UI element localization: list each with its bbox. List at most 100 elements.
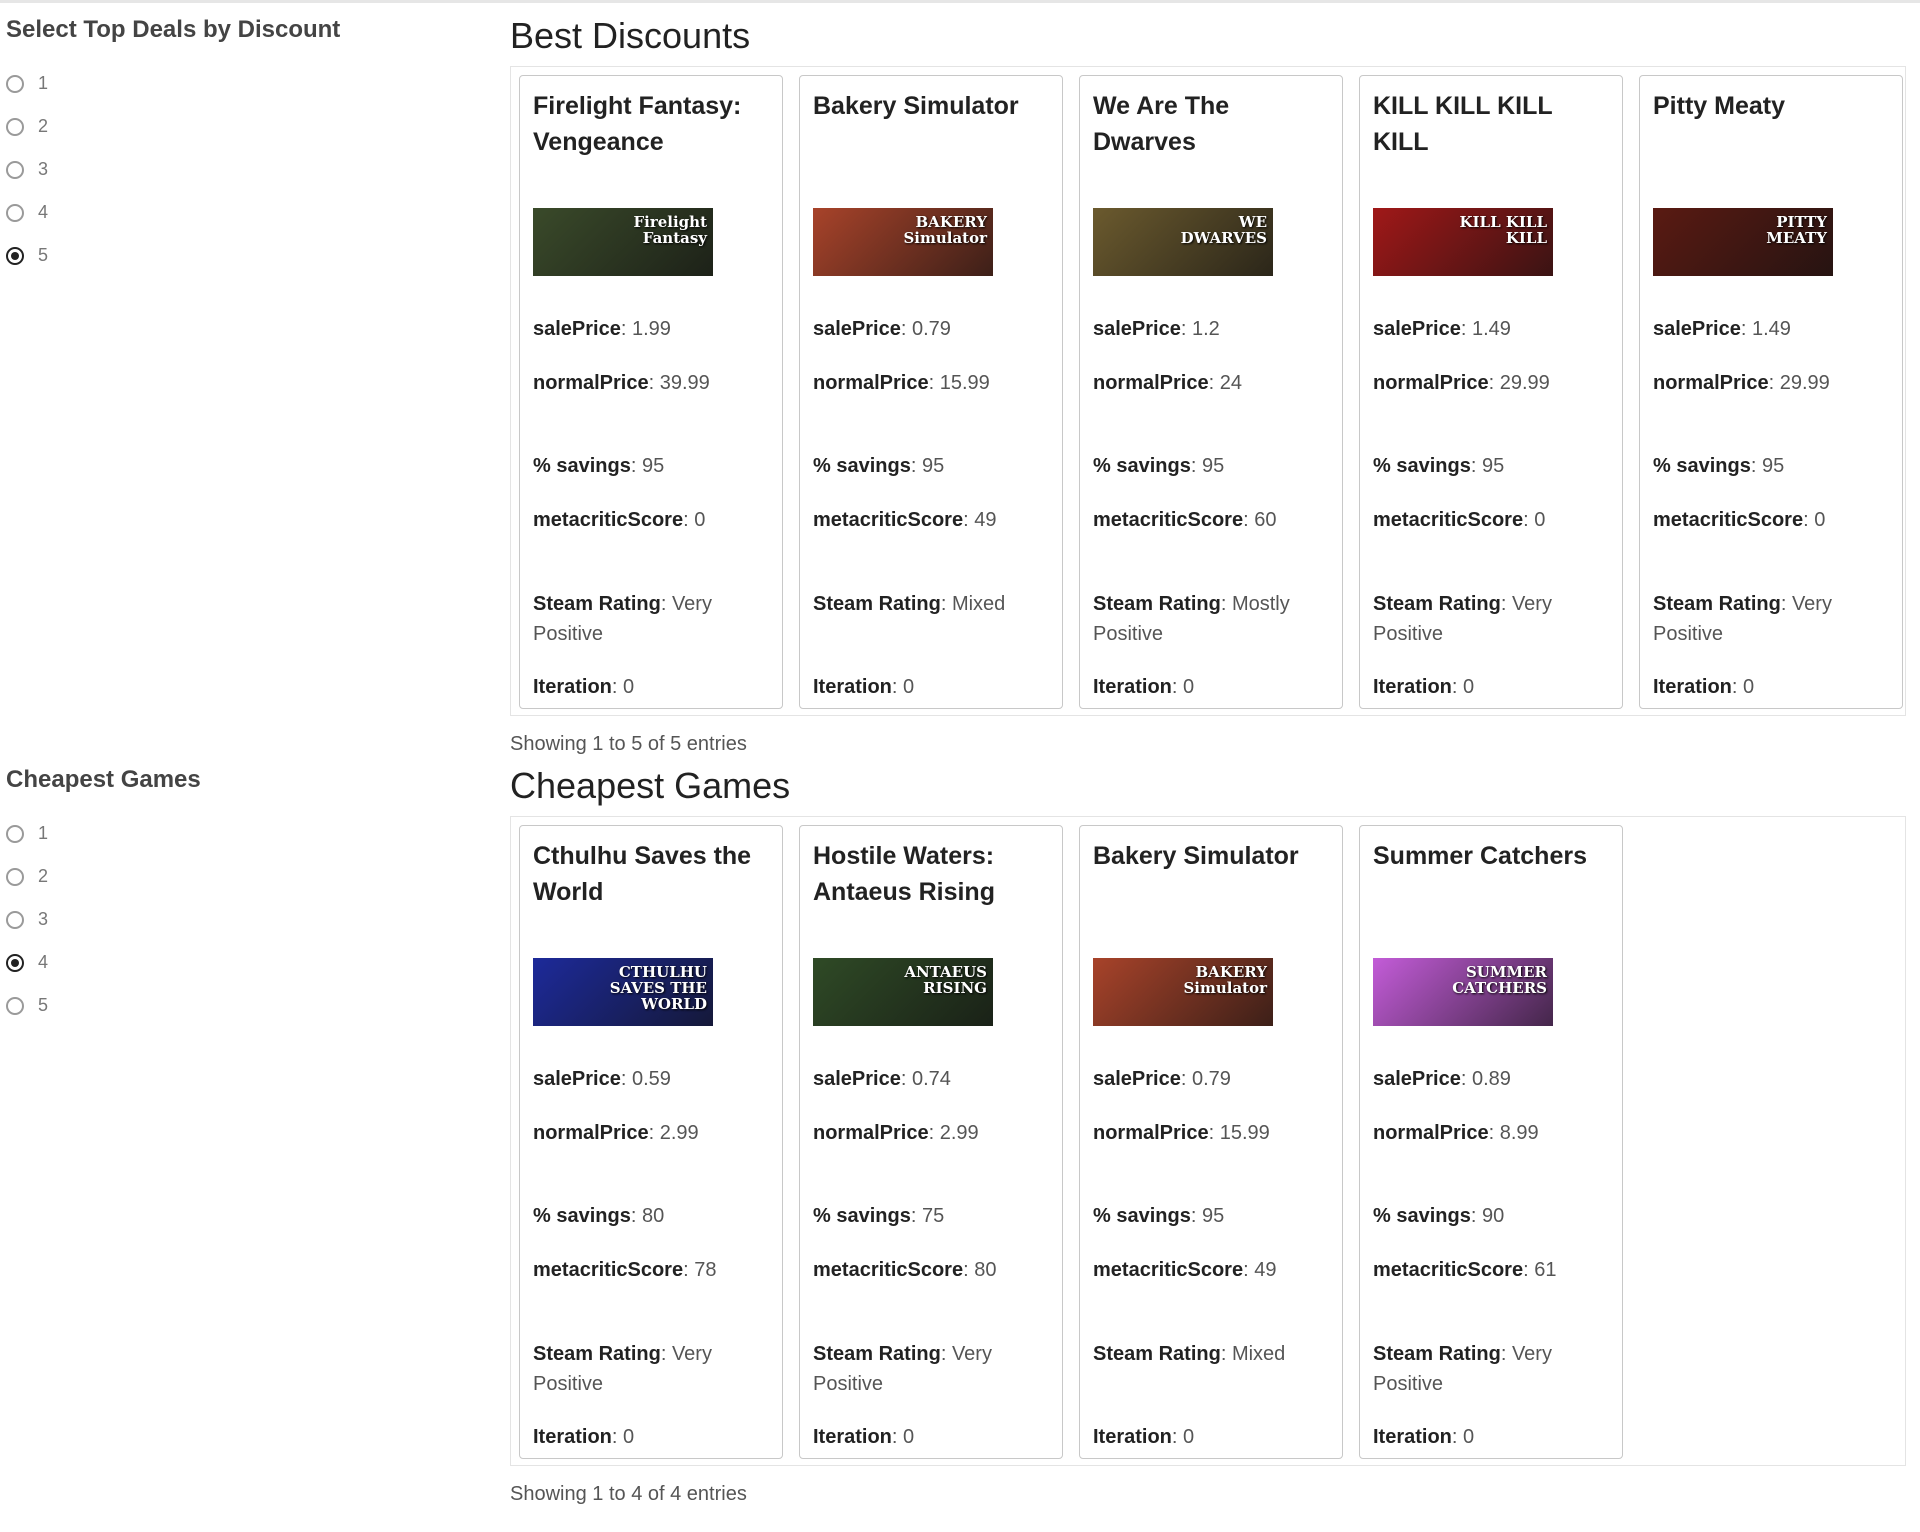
radio-button[interactable] xyxy=(6,996,24,1015)
savings-percent-value: 95 xyxy=(1761,455,1785,477)
radio-label: 1 xyxy=(38,73,49,93)
sale-price-label: salePrice xyxy=(1093,318,1181,340)
radio-button[interactable] xyxy=(6,824,24,843)
radio-option-4[interactable]: 4 xyxy=(6,941,446,984)
savings-percent-label: % savings xyxy=(1373,1205,1471,1227)
metacritic-score-label: metacriticScore xyxy=(533,1259,684,1281)
game-title: KILL KILL KILL KILL xyxy=(1373,92,1553,156)
thumbnail-logo-text: PITTY MEATY xyxy=(1766,213,1827,247)
radio-option-3[interactable]: 3 xyxy=(6,898,446,941)
sale-price-field: salePrice: 1.2 xyxy=(1093,318,1220,340)
radio-label: 2 xyxy=(38,116,49,136)
steam-rating-label: Steam Rating xyxy=(1653,593,1781,615)
discount-cards-container: Firelight Fantasy: Vengeance Firelight Fa… xyxy=(510,66,1906,716)
radio-option-5[interactable]: 5 xyxy=(6,234,446,277)
savings-percent-label: % savings xyxy=(1373,455,1471,477)
radio-option-3[interactable]: 3 xyxy=(6,148,446,191)
radio-label: 5 xyxy=(38,245,49,265)
savings-percent-label: % savings xyxy=(1093,1205,1191,1227)
savings-percent-label: % savings xyxy=(533,1205,631,1227)
steam-rating-label: Steam Rating xyxy=(1373,1343,1501,1365)
radio-button[interactable] xyxy=(6,117,24,136)
metacritic-score-field: metacriticScore: 49 xyxy=(813,509,997,531)
game-card: KILL KILL KILL KILL KILL KILL KILL salePri… xyxy=(1359,75,1623,709)
normal-price-label: normalPrice xyxy=(1373,372,1489,394)
iteration-label: Iteration xyxy=(533,1426,612,1448)
metacritic-score-field: metacriticScore: 0 xyxy=(1373,509,1546,531)
normal-price-label: normalPrice xyxy=(813,372,929,394)
radio-button[interactable] xyxy=(6,953,24,972)
iteration-value: 0 xyxy=(1463,1426,1475,1448)
sale-price-label: salePrice xyxy=(533,1068,621,1090)
normal-price-value: 39.99 xyxy=(659,372,710,394)
metacritic-score-field: metacriticScore: 61 xyxy=(1373,1259,1557,1281)
thumbnail-logo-text: ANTAEUS RISING xyxy=(904,963,987,997)
normal-price-label: normalPrice xyxy=(533,1122,649,1144)
steam-rating-value: Mixed xyxy=(951,593,1006,615)
radio-button[interactable] xyxy=(6,246,24,265)
radio-label: 3 xyxy=(38,909,49,929)
steam-rating-label: Steam Rating xyxy=(1373,593,1501,615)
radio-button[interactable] xyxy=(6,867,24,886)
radio-option-1[interactable]: 1 xyxy=(6,812,446,855)
sale-price-label: salePrice xyxy=(1373,1068,1461,1090)
radio-option-4[interactable]: 4 xyxy=(6,191,446,234)
game-card: Pitty Meaty PITTY MEATY salePrice: 1.49 nor… xyxy=(1639,75,1903,709)
cheapest-section-title: Cheapest Games xyxy=(510,765,791,806)
iteration-label: Iteration xyxy=(813,1426,892,1448)
radio-option-2[interactable]: 2 xyxy=(6,855,446,898)
iteration-value: 0 xyxy=(623,676,635,698)
savings-percent-field: % savings: 80 xyxy=(533,1205,665,1227)
game-thumbnail: ANTAEUS RISING xyxy=(813,958,993,1026)
normal-price-value: 24 xyxy=(1219,372,1242,394)
sale-price-value: 0.59 xyxy=(631,1068,671,1090)
normal-price-field: normalPrice: 29.99 xyxy=(1653,372,1830,394)
steam-rating-label: Steam Rating xyxy=(1093,1343,1221,1365)
game-thumbnail: CTHULHU SAVES THE WORLD xyxy=(533,958,713,1026)
sale-price-value: 0.74 xyxy=(911,1068,951,1090)
steam-rating-field: Steam Rating: Mostly Positive xyxy=(1093,593,1290,645)
radio-label: 5 xyxy=(38,995,49,1015)
sale-price-field: salePrice: 1.49 xyxy=(1373,318,1511,340)
steam-rating-field: Steam Rating: Mixed xyxy=(1093,1343,1286,1365)
radio-option-2[interactable]: 2 xyxy=(6,105,446,148)
radio-option-1[interactable]: 1 xyxy=(6,62,446,105)
iteration-value: 0 xyxy=(903,676,915,698)
game-card: Bakery Simulator BAKERY Simulator salePric… xyxy=(799,75,1063,709)
iteration-field: Iteration: 0 xyxy=(533,1426,635,1448)
game-title: Bakery Simulator xyxy=(813,92,1019,120)
normal-price-field: normalPrice: 29.99 xyxy=(1373,372,1550,394)
savings-percent-value: 75 xyxy=(921,1205,945,1227)
radio-label: 4 xyxy=(38,952,49,972)
radio-button[interactable] xyxy=(6,910,24,929)
iteration-field: Iteration: 0 xyxy=(1373,676,1475,698)
savings-percent-field: % savings: 95 xyxy=(1093,455,1225,477)
normal-price-value: 15.99 xyxy=(1219,1122,1270,1144)
radio-option-5[interactable]: 5 xyxy=(6,984,446,1027)
game-title: We Are The Dwarves xyxy=(1093,92,1230,156)
metacritic-score-field: metacriticScore: 60 xyxy=(1093,509,1277,531)
iteration-label: Iteration xyxy=(1093,1426,1172,1448)
discount-section-title: Best Discounts xyxy=(510,15,751,56)
radio-button[interactable] xyxy=(6,203,24,222)
game-thumbnail: WE DWARVES xyxy=(1093,208,1273,276)
sale-price-value: 1.49 xyxy=(1471,318,1511,340)
game-card: Summer Catchers SUMMER CATCHERS salePrice:… xyxy=(1359,825,1623,1459)
normal-price-value: 8.99 xyxy=(1499,1122,1539,1144)
sale-price-value: 1.49 xyxy=(1751,318,1791,340)
metacritic-score-label: metacriticScore xyxy=(1653,509,1804,531)
sale-price-value: 0.89 xyxy=(1471,1068,1511,1090)
iteration-value: 0 xyxy=(1183,676,1195,698)
iteration-field: Iteration: 0 xyxy=(1373,1426,1475,1448)
savings-percent-value: 95 xyxy=(1201,1205,1225,1227)
game-card: Firelight Fantasy: Vengeance Firelight Fa… xyxy=(519,75,783,709)
metacritic-score-field: metacriticScore: 49 xyxy=(1093,1259,1277,1281)
radio-button[interactable] xyxy=(6,160,24,179)
iteration-field: Iteration: 0 xyxy=(533,676,635,698)
thumbnail-logo-text: CTHULHU SAVES THE WORLD xyxy=(609,963,707,1013)
savings-percent-value: 90 xyxy=(1481,1205,1505,1227)
radio-button[interactable] xyxy=(6,74,24,93)
normal-price-field: normalPrice: 24 xyxy=(1093,372,1242,394)
savings-percent-field: % savings: 95 xyxy=(813,455,945,477)
discount-sidebar: Select Top Deals by Discount 1 2 3 4 5 xyxy=(6,16,446,277)
